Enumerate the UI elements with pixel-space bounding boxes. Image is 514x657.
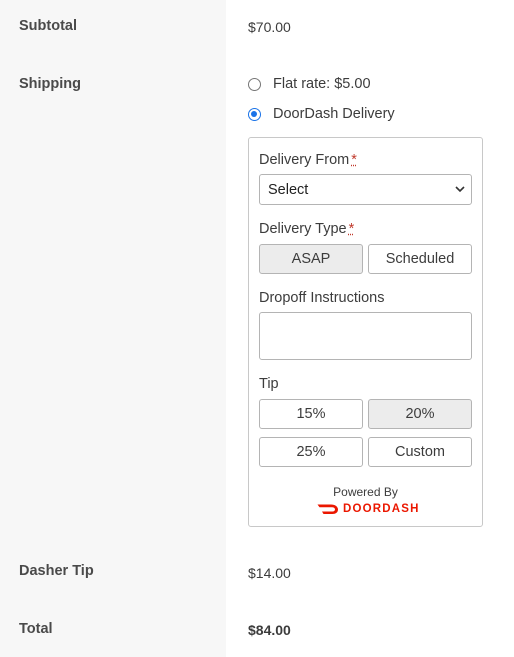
- delivery-type-label: Delivery Type *: [259, 221, 355, 237]
- dasher-tip-label: Dasher Tip: [19, 563, 94, 579]
- delivery-from-select[interactable]: Select: [259, 174, 472, 205]
- labels-column: [0, 0, 226, 657]
- tip-25-button[interactable]: 25%: [259, 437, 363, 467]
- shipping-option-doordash[interactable]: DoorDash Delivery: [248, 106, 395, 122]
- dropoff-instructions-label: Dropoff Instructions: [259, 290, 385, 306]
- shipping-label: Shipping: [19, 76, 82, 92]
- delivery-type-asap-button[interactable]: ASAP: [259, 244, 363, 274]
- doordash-brand-text: DOORDASH: [343, 503, 420, 515]
- dropoff-instructions-input[interactable]: [259, 312, 472, 360]
- doordash-logo: DOORDASH: [317, 503, 420, 515]
- required-marker: *: [351, 152, 357, 168]
- total-value: $84.00: [248, 622, 291, 638]
- chevron-down-icon: [455, 186, 465, 193]
- required-marker: *: [348, 221, 355, 237]
- doordash-icon: [317, 504, 338, 514]
- shipping-option-label: DoorDash Delivery: [273, 106, 395, 122]
- powered-by-text: Powered By: [333, 485, 398, 499]
- shipping-option-label: Flat rate: $5.00: [273, 76, 371, 92]
- tip-20-button[interactable]: 20%: [368, 399, 472, 429]
- delivery-from-selected-value: Select: [268, 181, 309, 198]
- subtotal-value: $70.00: [248, 19, 291, 35]
- tip-custom-button[interactable]: Custom: [368, 437, 472, 467]
- radio-button-checked[interactable]: [248, 107, 261, 121]
- subtotal-label: Subtotal: [19, 18, 77, 34]
- total-label: Total: [19, 621, 53, 637]
- delivery-from-label: Delivery From *: [259, 152, 357, 168]
- shipping-option-flat-rate[interactable]: Flat rate: $5.00: [248, 76, 371, 92]
- tip-15-button[interactable]: 15%: [259, 399, 363, 429]
- doordash-delivery-panel: Delivery From * Select Delivery Type * ASA…: [248, 137, 483, 527]
- radio-button[interactable]: [248, 77, 261, 91]
- delivery-type-scheduled-button[interactable]: Scheduled: [368, 244, 472, 274]
- tip-label: Tip: [259, 376, 279, 392]
- dasher-tip-value: $14.00: [248, 565, 291, 581]
